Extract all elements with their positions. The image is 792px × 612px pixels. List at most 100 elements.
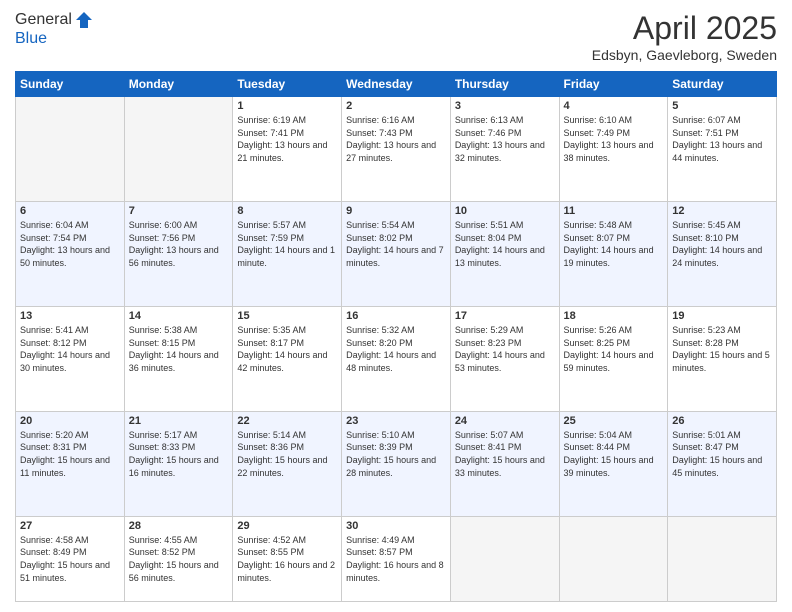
day-info: Sunrise: 6:07 AM Sunset: 7:51 PM Dayligh… — [672, 114, 772, 164]
day-info: Sunrise: 5:48 AM Sunset: 8:07 PM Dayligh… — [564, 219, 664, 269]
day-info: Sunrise: 5:17 AM Sunset: 8:33 PM Dayligh… — [129, 429, 229, 479]
col-saturday: Saturday — [668, 72, 777, 97]
col-monday: Monday — [124, 72, 233, 97]
day-number: 18 — [564, 310, 664, 322]
day-number: 29 — [237, 520, 337, 532]
day-number: 21 — [129, 415, 229, 427]
title-location: Edsbyn, Gaevleborg, Sweden — [592, 47, 777, 63]
day-number: 14 — [129, 310, 229, 322]
table-row: 8 Sunrise: 5:57 AM Sunset: 7:59 PM Daylig… — [233, 201, 342, 306]
day-info: Sunrise: 5:29 AM Sunset: 8:23 PM Dayligh… — [455, 324, 555, 374]
page: General Blue April 2025 Edsbyn, Gaevlebo… — [0, 0, 792, 612]
table-row: 7Sunrise: 6:00 AM Sunset: 7:56 PM Daylig… — [124, 201, 233, 306]
day-info: Sunrise: 6:13 AM Sunset: 7:46 PM Dayligh… — [455, 114, 555, 164]
day-info: Sunrise: 6:10 AM Sunset: 7:49 PM Dayligh… — [564, 114, 664, 164]
day-info: Sunrise: 5:14 AM Sunset: 8:36 PM Dayligh… — [237, 429, 337, 479]
table-row: 14 Sunrise: 5:38 AM Sunset: 8:15 PM Dayli… — [124, 306, 233, 411]
calendar-week-row: 6 Sunrise: 6:04 AM Sunset: 7:54 PM Daylig… — [16, 201, 777, 306]
table-row: 19 Sunrise: 5:23 AM Sunset: 8:28 PM Dayli… — [668, 306, 777, 411]
day-number: 17 — [455, 310, 555, 322]
col-sunday: Sunday — [16, 72, 125, 97]
day-number: 19 — [672, 310, 772, 322]
day-number: 6 — [20, 205, 120, 217]
day-number: 15 — [237, 310, 337, 322]
day-number: 24 — [455, 415, 555, 427]
table-row: 25 Sunrise: 5:04 AM Sunset: 8:44 PM Dayli… — [559, 411, 668, 516]
day-info: Sunrise: 5:35 AM Sunset: 8:17 PM Dayligh… — [237, 324, 337, 374]
col-thursday: Thursday — [450, 72, 559, 97]
header: General Blue April 2025 Edsbyn, Gaevlebo… — [15, 10, 777, 63]
day-number: 26 — [672, 415, 772, 427]
day-info: Sunrise: 5:51 AM Sunset: 8:04 PM Dayligh… — [455, 219, 555, 269]
table-row: 12 Sunrise: 5:45 AM Sunset: 8:10 PM Dayli… — [668, 201, 777, 306]
day-info: Sunrise: 5:07 AM Sunset: 8:41 PM Dayligh… — [455, 429, 555, 479]
table-row — [668, 516, 777, 601]
day-info: Sunrise: 5:57 AM Sunset: 7:59 PM Dayligh… — [237, 219, 337, 269]
calendar-week-row: 27Sunrise: 4:58 AM Sunset: 8:49 PM Dayli… — [16, 516, 777, 601]
day-number: 23 — [346, 415, 446, 427]
day-info: Sunrise: 5:04 AM Sunset: 8:44 PM Dayligh… — [564, 429, 664, 479]
day-number: 28 — [129, 520, 229, 532]
day-info: Sunrise: 5:38 AM Sunset: 8:15 PM Dayligh… — [129, 324, 229, 374]
day-number: 1 — [237, 100, 337, 112]
table-row: 9 Sunrise: 5:54 AM Sunset: 8:02 PM Daylig… — [342, 201, 451, 306]
day-number: 12 — [672, 205, 772, 217]
day-info: Sunrise: 5:45 AM Sunset: 8:10 PM Dayligh… — [672, 219, 772, 269]
table-row: 4 Sunrise: 6:10 AM Sunset: 7:49 PM Daylig… — [559, 97, 668, 202]
logo: General Blue — [15, 10, 94, 48]
day-info: Sunrise: 6:00 AM Sunset: 7:56 PM Dayligh… — [129, 219, 229, 269]
calendar-week-row: 13Sunrise: 5:41 AM Sunset: 8:12 PM Dayli… — [16, 306, 777, 411]
logo-general-text: General — [15, 11, 72, 29]
table-row — [16, 97, 125, 202]
day-number: 30 — [346, 520, 446, 532]
day-number: 3 — [455, 100, 555, 112]
table-row: 13Sunrise: 5:41 AM Sunset: 8:12 PM Dayli… — [16, 306, 125, 411]
table-row: 17 Sunrise: 5:29 AM Sunset: 8:23 PM Dayli… — [450, 306, 559, 411]
table-row — [124, 97, 233, 202]
day-number: 22 — [237, 415, 337, 427]
table-row: 21 Sunrise: 5:17 AM Sunset: 8:33 PM Dayli… — [124, 411, 233, 516]
title-block: April 2025 Edsbyn, Gaevleborg, Sweden — [592, 10, 777, 63]
table-row — [559, 516, 668, 601]
day-number: 5 — [672, 100, 772, 112]
col-wednesday: Wednesday — [342, 72, 451, 97]
calendar-week-row: 1 Sunrise: 6:19 AM Sunset: 7:41 PM Daylig… — [16, 97, 777, 202]
table-row: 5 Sunrise: 6:07 AM Sunset: 7:51 PM Daylig… — [668, 97, 777, 202]
day-info: Sunrise: 6:16 AM Sunset: 7:43 PM Dayligh… — [346, 114, 446, 164]
day-info: Sunrise: 4:52 AM Sunset: 8:55 PM Dayligh… — [237, 534, 337, 584]
table-row: 27Sunrise: 4:58 AM Sunset: 8:49 PM Dayli… — [16, 516, 125, 601]
day-info: Sunrise: 6:04 AM Sunset: 7:54 PM Dayligh… — [20, 219, 120, 269]
calendar-table: Sunday Monday Tuesday Wednesday Thursday… — [15, 71, 777, 602]
day-info: Sunrise: 5:54 AM Sunset: 8:02 PM Dayligh… — [346, 219, 446, 269]
day-info: Sunrise: 5:23 AM Sunset: 8:28 PM Dayligh… — [672, 324, 772, 374]
day-number: 25 — [564, 415, 664, 427]
table-row: 18Sunrise: 5:26 AM Sunset: 8:25 PM Dayli… — [559, 306, 668, 411]
day-number: 13 — [20, 310, 120, 322]
day-number: 20 — [20, 415, 120, 427]
day-number: 4 — [564, 100, 664, 112]
table-row: 11Sunrise: 5:48 AM Sunset: 8:07 PM Dayli… — [559, 201, 668, 306]
table-row: 2 Sunrise: 6:16 AM Sunset: 7:43 PM Daylig… — [342, 97, 451, 202]
day-info: Sunrise: 4:49 AM Sunset: 8:57 PM Dayligh… — [346, 534, 446, 584]
day-number: 2 — [346, 100, 446, 112]
col-friday: Friday — [559, 72, 668, 97]
table-row: 20 Sunrise: 5:20 AM Sunset: 8:31 PM Dayli… — [16, 411, 125, 516]
table-row: 24 Sunrise: 5:07 AM Sunset: 8:41 PM Dayli… — [450, 411, 559, 516]
title-month: April 2025 — [592, 10, 777, 47]
day-info: Sunrise: 6:19 AM Sunset: 7:41 PM Dayligh… — [237, 114, 337, 164]
day-info: Sunrise: 5:01 AM Sunset: 8:47 PM Dayligh… — [672, 429, 772, 479]
col-tuesday: Tuesday — [233, 72, 342, 97]
day-number: 8 — [237, 205, 337, 217]
day-number: 27 — [20, 520, 120, 532]
day-number: 10 — [455, 205, 555, 217]
day-number: 16 — [346, 310, 446, 322]
table-row: 28Sunrise: 4:55 AM Sunset: 8:52 PM Dayli… — [124, 516, 233, 601]
table-row: 1 Sunrise: 6:19 AM Sunset: 7:41 PM Daylig… — [233, 97, 342, 202]
table-row: 6 Sunrise: 6:04 AM Sunset: 7:54 PM Daylig… — [16, 201, 125, 306]
day-number: 9 — [346, 205, 446, 217]
table-row — [450, 516, 559, 601]
day-info: Sunrise: 5:20 AM Sunset: 8:31 PM Dayligh… — [20, 429, 120, 479]
table-row: 22 Sunrise: 5:14 AM Sunset: 8:36 PM Dayli… — [233, 411, 342, 516]
table-row: 16Sunrise: 5:32 AM Sunset: 8:20 PM Dayli… — [342, 306, 451, 411]
day-info: Sunrise: 5:10 AM Sunset: 8:39 PM Dayligh… — [346, 429, 446, 479]
